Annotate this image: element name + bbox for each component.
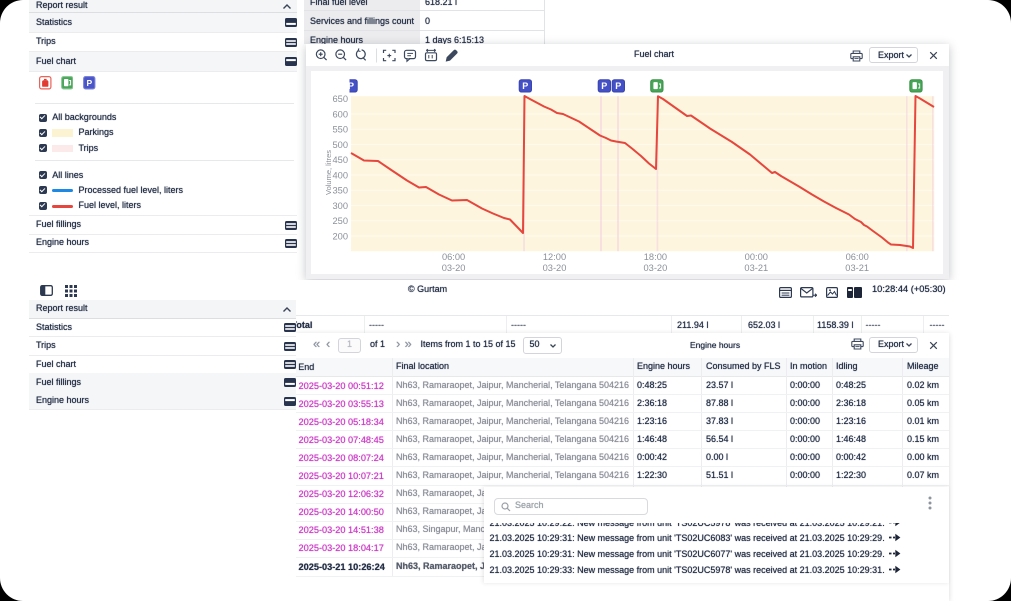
svg-text:03-20: 03-20 xyxy=(644,263,668,273)
svg-text:300: 300 xyxy=(332,200,348,210)
svg-text:200: 200 xyxy=(332,231,348,241)
svg-text:400: 400 xyxy=(332,170,348,180)
svg-text:P: P xyxy=(348,81,354,91)
svg-text:06:00: 06:00 xyxy=(846,252,869,262)
svg-text:03-21: 03-21 xyxy=(744,263,768,273)
svg-text:650: 650 xyxy=(332,94,348,104)
svg-text:18:00: 18:00 xyxy=(644,252,667,262)
svg-text:03-20: 03-20 xyxy=(543,263,567,273)
svg-text:P: P xyxy=(615,81,621,91)
svg-text:P: P xyxy=(601,81,607,91)
svg-text:P: P xyxy=(522,81,528,91)
svg-text:P: P xyxy=(86,78,92,88)
svg-text:00:00: 00:00 xyxy=(745,252,768,262)
svg-text:12:00: 12:00 xyxy=(543,252,566,262)
svg-text:500: 500 xyxy=(332,139,348,149)
svg-text:450: 450 xyxy=(332,155,348,165)
svg-text:Volume, litres: Volume, litres xyxy=(324,149,333,194)
svg-text:350: 350 xyxy=(332,185,348,195)
svg-text:250: 250 xyxy=(332,216,348,226)
svg-text:03-20: 03-20 xyxy=(442,263,466,273)
svg-text:550: 550 xyxy=(332,124,348,134)
svg-text:06:00: 06:00 xyxy=(442,252,465,262)
svg-text:600: 600 xyxy=(332,109,348,119)
svg-text:03-21: 03-21 xyxy=(845,263,869,273)
